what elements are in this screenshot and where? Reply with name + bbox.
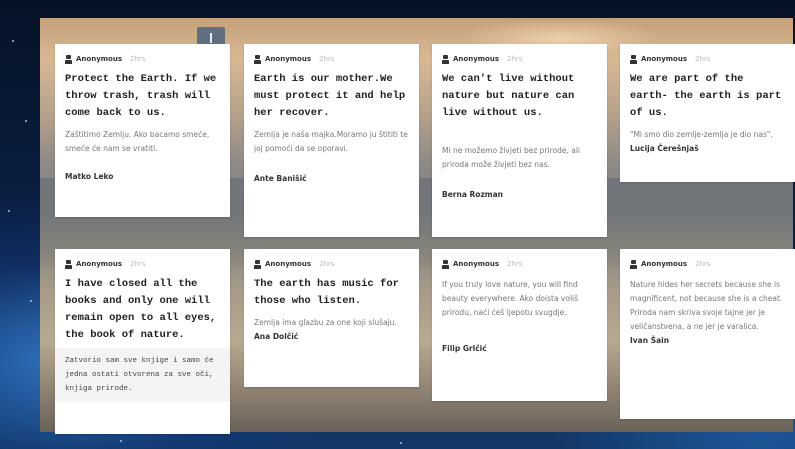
user-icon <box>65 54 72 64</box>
post-time: 2hrs <box>130 55 146 63</box>
post-time: 2hrs <box>130 260 146 268</box>
post-card[interactable]: Anonymous 2hrs Nature hides her secrets b… <box>620 249 795 419</box>
post-title: We are part of the earth- the earth is p… <box>630 73 782 119</box>
post-body: "Mi smo dio zemlje-zemlja je dio nas". <box>630 130 773 139</box>
user-icon <box>442 54 449 64</box>
post-body: Mi ne možemo živjeti bez prirode, ali pr… <box>442 146 581 169</box>
post-time: 2hrs <box>695 55 711 63</box>
post-card[interactable]: Anonymous 2hrs We are part of the earth- … <box>620 44 795 182</box>
post-body: Nature hides her secrets because she is … <box>630 280 783 331</box>
post-title: Earth is our mother.We must protect it a… <box>254 73 406 119</box>
post-author: Anonymous <box>76 260 123 268</box>
post-body: Zemlja je naša majka.Moramo ju štititi t… <box>254 130 408 153</box>
post-author: Anonymous <box>453 260 500 268</box>
post-signature: Berna Rozman <box>442 190 504 199</box>
post-card[interactable]: Anonymous 2hrs Earth is our mother.We mus… <box>244 44 419 237</box>
post-author: Anonymous <box>76 55 123 63</box>
post-signature: Ana Dolčić <box>254 332 299 341</box>
post-title: Protect the Earth. If we throw trash, tr… <box>65 73 217 119</box>
post-author: Anonymous <box>265 55 312 63</box>
post-author: Anonymous <box>641 55 688 63</box>
post-author: Anonymous <box>265 260 312 268</box>
user-icon <box>254 54 261 64</box>
post-time: 2hrs <box>319 55 335 63</box>
post-signature: Ivan Šain <box>630 336 670 345</box>
post-time: 2hrs <box>695 260 711 268</box>
post-author: Anonymous <box>453 55 500 63</box>
post-author: Anonymous <box>641 260 688 268</box>
post-card[interactable]: Anonymous 2hrs The earth has music for th… <box>244 249 419 387</box>
post-card[interactable]: Anonymous 2hrs We can't live without natu… <box>432 44 607 237</box>
post-title: The earth has music for those who listen… <box>254 278 399 307</box>
user-icon <box>442 259 449 269</box>
post-signature: Matko Leko <box>65 172 114 181</box>
menu-icon <box>210 33 212 43</box>
user-icon <box>254 259 261 269</box>
post-card[interactable]: Anonymous 2hrs If you truly love nature, … <box>432 249 607 401</box>
user-icon <box>630 259 637 269</box>
post-signature: Lucija Čerešnjaš <box>630 144 699 153</box>
post-time: 2hrs <box>507 260 523 268</box>
post-card[interactable]: Anonymous 2hrs I have closed all the book… <box>55 249 230 434</box>
post-time: 2hrs <box>319 260 335 268</box>
post-body: Zatvorio sam sve knjige i samo će jedna … <box>55 348 230 402</box>
post-signature: Ante Banišić <box>254 174 307 183</box>
post-title: I have closed all the books and only one… <box>65 278 217 341</box>
post-body: Zaštitimo Zemlju. Ako bacamo smeće, smeć… <box>65 130 210 153</box>
user-icon <box>65 259 72 269</box>
post-body: Zemlja ima glazbu za one koji slušaju. <box>254 318 397 327</box>
post-title: We can't live without nature but nature … <box>442 73 575 119</box>
post-card[interactable]: Anonymous 2hrs Protect the Earth. If we t… <box>55 44 230 217</box>
user-icon <box>630 54 637 64</box>
post-time: 2hrs <box>507 55 523 63</box>
post-body: If you truly love nature, you will find … <box>442 280 579 317</box>
post-signature: Filip Grlčić <box>442 344 487 353</box>
